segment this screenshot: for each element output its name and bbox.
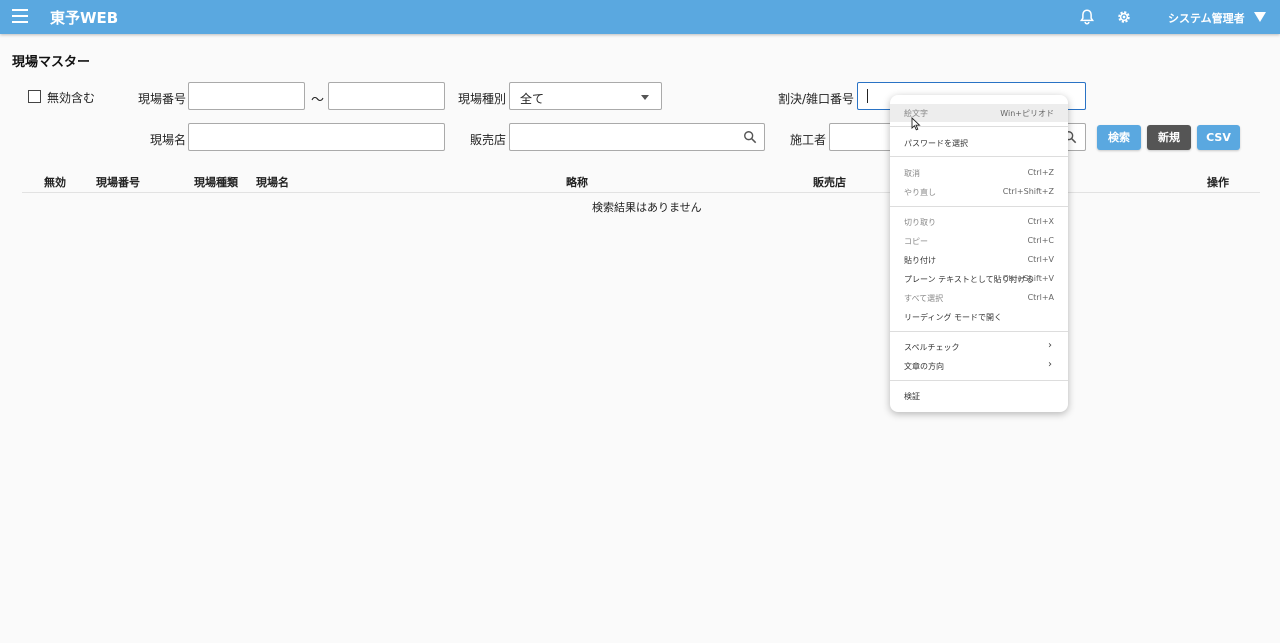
- context-item-text-direction[interactable]: 文章の方向 ›: [890, 357, 1068, 375]
- context-item-label: 貼り付け: [904, 256, 936, 265]
- site-number-from-input[interactable]: [188, 82, 305, 110]
- user-menu[interactable]: システム管理者: [1168, 10, 1245, 26]
- context-item-reading-mode[interactable]: リーディング モードで開く: [890, 308, 1068, 326]
- chevron-down-icon: [641, 95, 649, 100]
- text-cursor: [867, 89, 868, 103]
- site-type-label: 現場種別: [458, 92, 507, 106]
- context-item-shortcut: Ctrl+C: [1027, 236, 1054, 245]
- context-item-shortcut: Ctrl+X: [1027, 217, 1054, 226]
- column-header-actions: 操作: [1207, 176, 1229, 189]
- csv-button[interactable]: CSV: [1197, 125, 1240, 150]
- column-header-site-name[interactable]: 現場名: [256, 174, 289, 190]
- menu-divider: [890, 156, 1068, 157]
- context-item-label: スペルチェック: [904, 343, 960, 352]
- context-item-select-all[interactable]: すべて選択 Ctrl+A: [890, 289, 1068, 307]
- context-item-label: 切り取り: [904, 218, 936, 227]
- context-item-shortcut: Ctrl+A: [1027, 293, 1054, 302]
- column-header-shop[interactable]: 販売店: [813, 174, 846, 190]
- mouse-cursor-icon: [911, 117, 921, 131]
- site-type-select[interactable]: 全て: [509, 82, 662, 110]
- menu-divider: [890, 331, 1068, 332]
- context-item-shortcut: Ctrl+V: [1027, 255, 1054, 264]
- context-item-paste-plain[interactable]: プレーン テキストとして貼り付ける Ctrl+Shift+V: [890, 270, 1068, 288]
- context-item-label: やり直し: [904, 188, 936, 197]
- context-item-spellcheck[interactable]: スペルチェック ›: [890, 338, 1068, 356]
- site-name-label: 現場名: [150, 133, 187, 147]
- menu-divider: [890, 380, 1068, 381]
- context-item-label: すべて選択: [904, 294, 944, 303]
- column-header-abbreviation[interactable]: 略称: [566, 174, 588, 190]
- context-item-copy[interactable]: コピー Ctrl+C: [890, 232, 1068, 250]
- context-item-undo[interactable]: 取消 Ctrl+Z: [890, 164, 1068, 182]
- app-title[interactable]: 東予WEB: [50, 7, 118, 28]
- context-item-label: パスワードを選択: [904, 139, 968, 148]
- context-item-inspect[interactable]: 検証: [890, 387, 1068, 405]
- menu-divider: [890, 206, 1068, 207]
- context-item-shortcut: Ctrl+Z: [1027, 168, 1054, 177]
- bell-icon[interactable]: [1078, 8, 1096, 26]
- search-button[interactable]: 検索: [1097, 125, 1141, 150]
- column-header-site-type[interactable]: 現場種類: [194, 174, 238, 190]
- context-item-label: リーディング モードで開く: [904, 313, 1002, 322]
- split-number-label: 割決/雑口番号: [778, 92, 855, 106]
- include-invalid-checkbox[interactable]: [28, 90, 41, 103]
- gear-icon[interactable]: [1115, 8, 1133, 26]
- context-item-paste[interactable]: 貼り付け Ctrl+V: [890, 251, 1068, 269]
- context-item-label: コピー: [904, 237, 928, 246]
- range-separator: ～: [311, 93, 325, 108]
- context-item-shortcut: Ctrl+Shift+V: [1002, 274, 1054, 283]
- table-header-divider: [22, 192, 1260, 193]
- include-invalid-label[interactable]: 無効含む: [47, 89, 95, 106]
- page-title: 現場マスター: [12, 55, 91, 70]
- search-icon[interactable]: [743, 130, 757, 144]
- menu-icon[interactable]: [12, 9, 28, 23]
- builder-label: 施工者: [790, 133, 827, 147]
- shop-label: 販売店: [470, 133, 507, 147]
- column-header-invalid[interactable]: 無効: [44, 174, 66, 190]
- column-header-site-number[interactable]: 現場番号: [96, 174, 140, 190]
- empty-result-message: 検索結果はありません: [592, 201, 702, 214]
- context-item-label: 文章の方向: [904, 362, 944, 371]
- shop-input[interactable]: [509, 123, 765, 151]
- caret-down-icon[interactable]: [1254, 12, 1266, 22]
- context-item-shortcut: Win+ピリオド: [1000, 109, 1054, 118]
- site-number-label: 現場番号: [138, 92, 187, 106]
- site-type-value: 全て: [520, 92, 545, 106]
- context-menu: 絵文字 Win+ピリオド パスワードを選択 取消 Ctrl+Z やり直し Ctr…: [890, 95, 1068, 412]
- context-item-shortcut: Ctrl+Shift+Z: [1002, 187, 1054, 196]
- site-number-to-input[interactable]: [328, 82, 445, 110]
- new-button[interactable]: 新規: [1147, 125, 1191, 150]
- context-item-cut[interactable]: 切り取り Ctrl+X: [890, 213, 1068, 231]
- chevron-right-icon: ›: [1048, 359, 1052, 370]
- context-item-label: 取消: [904, 169, 920, 178]
- context-item-select-password[interactable]: パスワードを選択: [890, 134, 1068, 152]
- site-name-input[interactable]: [188, 123, 445, 151]
- context-item-redo[interactable]: やり直し Ctrl+Shift+Z: [890, 183, 1068, 201]
- chevron-right-icon: ›: [1048, 340, 1052, 351]
- context-item-label: 検証: [904, 392, 920, 401]
- top-bar: 東予WEB システム管理者: [0, 0, 1280, 34]
